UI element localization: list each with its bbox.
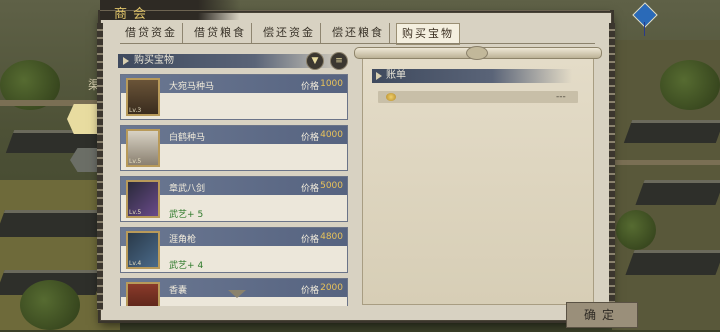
- tabs-underline: [120, 43, 595, 44]
- tab-repay-grain[interactable]: 偿还粮食: [327, 23, 390, 43]
- item-price: 4000: [320, 130, 343, 140]
- list-icon[interactable]: ≡: [330, 52, 348, 70]
- price-label: 价格: [300, 235, 319, 245]
- spear-icon: Lv.4: [126, 231, 160, 269]
- kite-string: [644, 22, 645, 36]
- treasure-card[interactable]: Lv.5 章武八剑 价格 5000 武艺+ 5: [120, 176, 348, 222]
- price-label: 价格: [300, 184, 319, 194]
- item-stat: 武艺+ 4: [169, 258, 203, 271]
- treasure-card[interactable]: Lv.5 白鹤种马 价格 4000: [120, 125, 348, 171]
- stat-value: 4: [197, 261, 204, 271]
- treasure-list: Lv.3 大宛马种马 价格 1000 Lv.5 白鹤种马 价格 4000 Lv.…: [120, 74, 348, 306]
- price-label: 价格: [300, 82, 319, 92]
- item-name: 白鹤种马: [169, 133, 206, 143]
- tab-borrow-grain[interactable]: 借贷粮食: [189, 23, 252, 43]
- item-level: Lv.5: [129, 209, 142, 216]
- tab-repay-funds[interactable]: 偿还资金: [258, 23, 321, 43]
- bill-row: [378, 91, 578, 103]
- treasure-card[interactable]: Lv.4 涯角枪 价格 4800 武艺+ 4: [120, 227, 348, 273]
- item-name: 香囊: [169, 286, 188, 296]
- stat-label: 武艺+: [169, 261, 195, 271]
- confirm-button[interactable]: 确定: [566, 302, 638, 328]
- white-horse-icon: Lv.5: [126, 129, 160, 167]
- horse-icon: Lv.3: [126, 78, 160, 116]
- item-price: 1000: [320, 79, 343, 89]
- filter-icon[interactable]: ▼: [306, 52, 324, 70]
- sword-icon: Lv.5: [126, 180, 160, 218]
- sachet-icon: [126, 282, 160, 306]
- item-level: Lv.4: [129, 260, 142, 267]
- side-tab-active[interactable]: [67, 104, 101, 134]
- bill-section-header: 账单: [372, 69, 572, 83]
- scroll-knob-icon: [466, 46, 488, 60]
- coin-icon: [386, 93, 396, 101]
- tab-buy-treasure[interactable]: 购买宝物: [396, 23, 460, 45]
- tab-borrow-funds[interactable]: 借贷资金: [120, 23, 183, 43]
- item-level: Lv.3: [129, 107, 142, 114]
- price-label: 价格: [300, 286, 319, 296]
- window-frame-right: [609, 23, 615, 310]
- item-level: Lv.5: [129, 158, 142, 165]
- window-frame-left: [97, 23, 103, 310]
- item-price: 5000: [320, 181, 343, 191]
- window-title: 商会: [114, 7, 153, 22]
- price-label: 价格: [300, 133, 319, 143]
- item-price: 4800: [320, 232, 343, 242]
- stat-value: 5: [197, 210, 204, 220]
- title-divider: [100, 10, 610, 11]
- treasure-card[interactable]: Lv.3 大宛马种马 价格 1000: [120, 74, 348, 120]
- item-name: 涯角枪: [169, 235, 197, 245]
- item-name: 大宛马种马: [169, 82, 215, 92]
- item-name: 章武八剑: [169, 184, 206, 194]
- stat-label: 武艺+: [169, 210, 195, 220]
- tab-bar: 借贷资金 借贷粮食 偿还资金 偿还粮食 购买宝物: [120, 23, 600, 45]
- bill-row-value: ---: [556, 92, 566, 102]
- item-price: 2000: [320, 283, 343, 293]
- item-stat: 武艺+ 5: [169, 207, 203, 220]
